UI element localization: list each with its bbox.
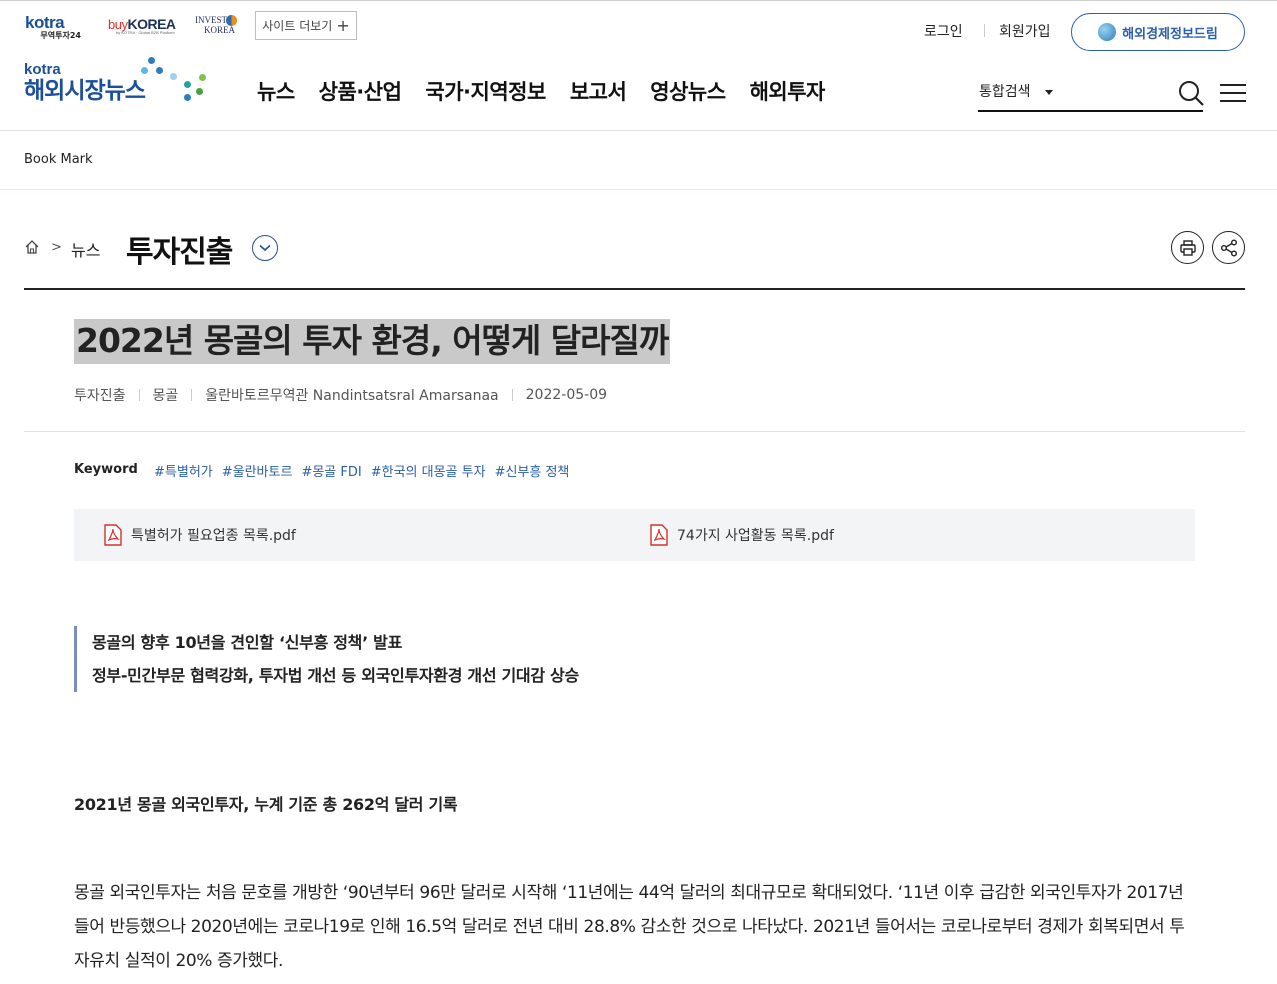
site-logo-brand: kotra	[24, 61, 61, 78]
main-nav: 뉴스 상품·산업 국가·지역정보 보고서 영상뉴스 해외투자	[257, 76, 825, 106]
meta-country: 몽골	[152, 388, 179, 404]
article-meta: 투자진출 몽골 울란바토르무역관 Nandintsatsral Amarsana…	[74, 385, 607, 405]
kotra-logo-sub: 무역투자24	[40, 31, 81, 40]
pdf-icon	[650, 524, 668, 546]
invest-korea-logo[interactable]: INVEST KOREA	[195, 15, 237, 35]
nav-country-region[interactable]: 국가·지역정보	[425, 76, 546, 106]
breadcrumb-parent[interactable]: 뉴스	[71, 237, 100, 261]
search-input[interactable]: 통합검색	[978, 76, 1203, 112]
title-divider	[24, 288, 1245, 290]
printer-icon	[1179, 239, 1196, 256]
plus-icon: +	[336, 15, 350, 35]
kotra-trade-investment-24-logo[interactable]: kotra 무역투자24	[25, 14, 85, 40]
nav-overseas-investment[interactable]: 해외투자	[750, 76, 826, 106]
chevron-down-icon	[259, 244, 271, 252]
login-link[interactable]: 로그인	[924, 21, 963, 41]
keyword-list: #특별허가 #울란바토르 #몽골 FDI #한국의 대몽골 투자 #신부흥 정책	[154, 461, 569, 480]
share-icon	[1220, 239, 1237, 256]
keyword-tag[interactable]: #한국의 대몽골 투자	[371, 461, 486, 480]
keyword-tag[interactable]: #신부흥 정책	[495, 461, 570, 480]
search-icon[interactable]	[1177, 79, 1205, 107]
summary-line: 몽골의 향후 10년을 견인할 ‘신부흥 정책’ 발표	[92, 633, 402, 652]
join-link[interactable]: 회원가입	[999, 21, 1051, 41]
pdf-icon	[104, 524, 122, 546]
print-button[interactable]	[1171, 231, 1204, 264]
attachment-link[interactable]: 74가지 사업활동 목록.pdf	[650, 524, 834, 546]
caret-down-icon	[1045, 90, 1053, 95]
bookmark-link[interactable]: Book Mark	[24, 152, 93, 167]
nav-video-news[interactable]: 영상뉴스	[650, 76, 726, 106]
menu-icon[interactable]	[1220, 83, 1246, 103]
article-body: 몽골 외국인투자는 처음 문호를 개방한 ‘90년부터 96만 달러로 시작해 …	[74, 883, 1185, 971]
header-divider	[0, 130, 1277, 131]
meta-author: 울란바토르무역관 Nandintsatsral Amarsanaa	[205, 388, 499, 404]
page-title: 투자진출	[126, 235, 233, 270]
keyword-tag[interactable]: #몽골 FDI	[301, 461, 361, 480]
attachment-link[interactable]: 특별허가 필요업종 목록.pdf	[104, 524, 296, 546]
overseas-info-dream-label: 해외경제정보드림	[1122, 26, 1218, 42]
nav-reports[interactable]: 보고서	[570, 76, 627, 106]
meta-divider-line	[24, 431, 1245, 432]
chevron-right-icon: >	[51, 240, 62, 255]
invest-korea-line2: KOREA	[204, 25, 235, 35]
article-title: 2022년 몽골의 투자 환경, 어떻게 달라질까	[74, 319, 671, 364]
keyword-tag[interactable]: #특별허가	[154, 461, 213, 480]
keyword-label: Keyword	[74, 462, 138, 477]
article-summary: 몽골의 향후 10년을 견인할 ‘신부흥 정책’ 발표 정부-민간부문 협력강화…	[74, 626, 774, 692]
meta-category: 투자진출	[74, 388, 126, 404]
attachment-box: 특별허가 필요업종 목록.pdf 74가지 사업활동 목록.pdf	[74, 509, 1195, 561]
search-scope-select[interactable]: 통합검색	[979, 81, 1031, 101]
summary-line: 정부-민간부문 협력강화, 투자법 개선 등 외국인투자환경 개선 기대감 상승	[92, 666, 579, 685]
attachment-name: 74가지 사업활동 목록.pdf	[677, 528, 834, 544]
attachment-name: 특별허가 필요업종 목록.pdf	[131, 528, 296, 544]
section-heading: 2021년 몽골 외국인투자, 누계 기준 총 262억 달러 기록	[74, 795, 458, 814]
category-dropdown-button[interactable]	[252, 235, 278, 261]
site-logo[interactable]: kotra 해외시장뉴스	[24, 57, 214, 112]
meta-divider	[138, 389, 140, 401]
buykorea-logo[interactable]: buyKOREA by KOTRA · Global B2B Platform	[108, 16, 176, 35]
share-button[interactable]	[1212, 231, 1245, 264]
nav-news[interactable]: 뉴스	[257, 76, 295, 106]
meta-divider	[511, 389, 513, 401]
site-more-button[interactable]: 사이트 더보기 +	[255, 11, 357, 40]
meta-date: 2022-05-09	[525, 387, 608, 403]
login-divider	[984, 24, 985, 37]
keyword-tag[interactable]: #울란바토르	[222, 461, 293, 480]
invest-korea-mark-icon	[226, 15, 237, 26]
bookmark-divider	[0, 189, 1277, 190]
nav-products-industry[interactable]: 상품·산업	[319, 76, 402, 106]
meta-divider	[191, 389, 193, 401]
overseas-info-dream-button[interactable]: 해외경제정보드림	[1071, 13, 1245, 51]
buykorea-tagline: by KOTRA · Global B2B Platform	[116, 30, 175, 35]
top-border	[0, 0, 1277, 1]
site-more-label: 사이트 더보기	[262, 19, 333, 33]
globe-icon	[1098, 23, 1117, 41]
kotra-logo-text: kotra	[25, 13, 65, 32]
home-icon[interactable]	[24, 239, 40, 255]
